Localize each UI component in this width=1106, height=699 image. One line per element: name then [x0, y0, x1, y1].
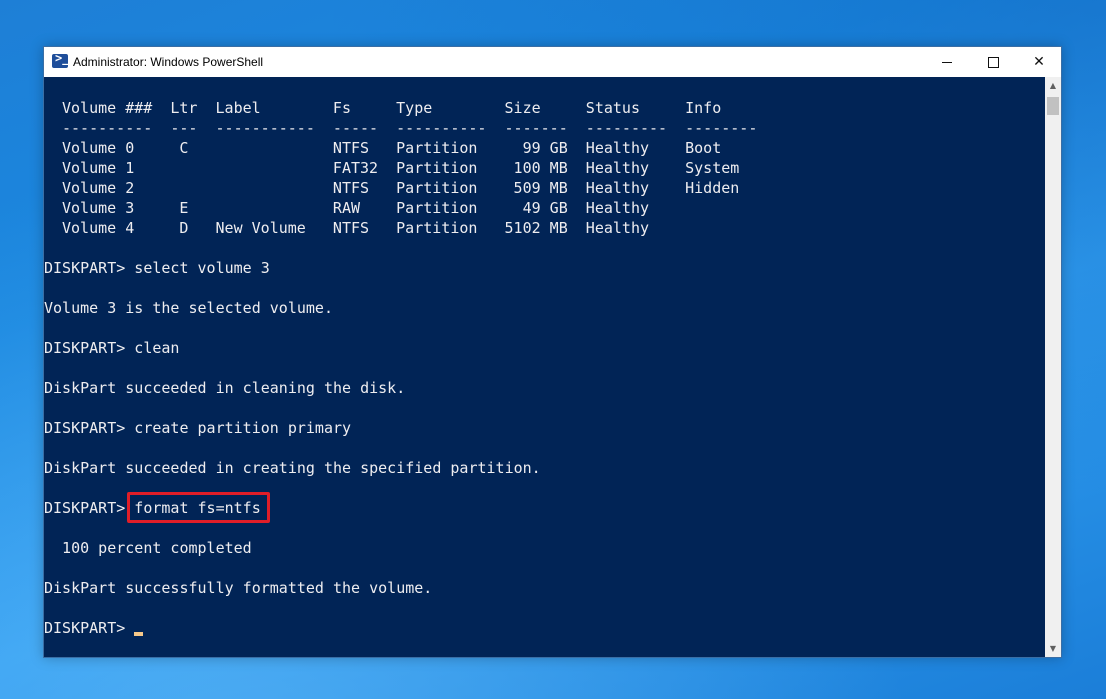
powershell-window: >_ Administrator: Windows PowerShell ✕ V… — [43, 46, 1062, 658]
command-line: DISKPART> clean — [44, 339, 180, 357]
volume-row: Volume 4 D New Volume NTFS Partition 510… — [62, 219, 649, 237]
prompt-line[interactable]: DISKPART> — [44, 618, 134, 638]
console-output[interactable]: Volume ### Ltr Label Fs Type Size Status… — [44, 77, 1045, 657]
output-line: DiskPart succeeded in creating the speci… — [44, 459, 541, 477]
close-button[interactable]: ✕ — [1016, 47, 1062, 77]
output-line: Volume 3 is the selected volume. — [44, 299, 333, 317]
volume-row: Volume 3 E RAW Partition 49 GB Healthy — [62, 199, 649, 217]
scroll-down-icon[interactable]: ▼ — [1045, 640, 1061, 657]
minimize-icon — [942, 61, 952, 63]
volume-table-separator: ---------- --- ----------- ----- -------… — [62, 119, 758, 137]
window-title: Administrator: Windows PowerShell — [73, 55, 264, 69]
progress-line: 100 percent completed — [44, 539, 252, 557]
powershell-icon: >_ — [52, 51, 70, 68]
title-bar[interactable]: >_ Administrator: Windows PowerShell ✕ — [44, 47, 1061, 77]
minimize-button[interactable] — [924, 47, 970, 77]
maximize-icon — [987, 56, 999, 68]
output-line: DiskPart succeeded in cleaning the disk. — [44, 379, 406, 397]
volume-row: Volume 0 C NTFS Partition 99 GB Healthy … — [62, 139, 722, 157]
command-line: DISKPART> select volume 3 — [44, 259, 270, 277]
volume-row: Volume 1 FAT32 Partition 100 MB Healthy … — [62, 159, 740, 177]
powershell-icon-glyph: >_ — [55, 51, 70, 65]
vertical-scrollbar[interactable]: ▲ ▼ — [1045, 77, 1061, 657]
highlighted-command-box — [127, 492, 270, 523]
scroll-up-icon[interactable]: ▲ — [1045, 77, 1061, 94]
text-cursor — [134, 632, 143, 636]
command-line: DISKPART> create partition primary — [44, 419, 352, 437]
maximize-button[interactable] — [970, 47, 1016, 77]
scroll-thumb[interactable] — [1047, 97, 1059, 115]
volume-table-header: Volume ### Ltr Label Fs Type Size Status… — [62, 99, 722, 117]
output-line: DiskPart successfully formatted the volu… — [44, 579, 433, 597]
volume-row: Volume 2 NTFS Partition 509 MB Healthy H… — [62, 179, 740, 197]
close-icon: ✕ — [1033, 54, 1045, 70]
